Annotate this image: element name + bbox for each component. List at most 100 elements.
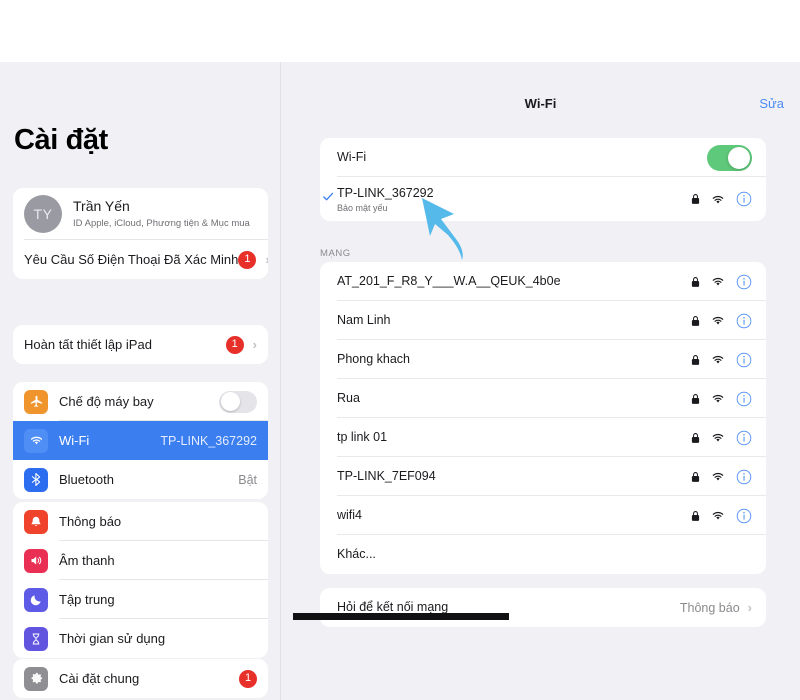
page-title: Cài đặt — [14, 124, 108, 156]
wifi-toggle-row: Wi-Fi — [320, 138, 766, 177]
network-name: TP-LINK_7EF094 — [337, 469, 436, 483]
connected-network-security-note: Bảo mật yếu — [337, 202, 388, 213]
lock-icon — [691, 193, 700, 205]
connected-network-row[interactable]: TP-LINK_367292 Bảo mật yếu — [320, 177, 766, 221]
connected-network-name: TP-LINK_367292 — [337, 185, 434, 200]
connectivity-group: Chế độ máy bay Wi-Fi TP-LINK_367292 Blue… — [13, 382, 268, 499]
avatar: TY — [24, 195, 62, 233]
chevron-right-icon: › — [747, 600, 752, 615]
wifi-icon — [711, 315, 725, 326]
gear-icon — [24, 666, 48, 691]
account-group: TY Trần Yến ID Apple, iCloud, Phương tiệ… — [13, 188, 268, 279]
sidebar-item-label: Yêu Cầu Số Điện Thoại Đã Xác Minh — [24, 252, 239, 267]
network-name: Rua — [337, 391, 360, 405]
wifi-toggle[interactable] — [707, 144, 752, 171]
sidebar-item-label: Cài đặt chung — [59, 671, 140, 686]
airplane-icon — [24, 389, 48, 414]
sidebar-item-value: Bật — [238, 472, 257, 487]
sidebar-item-label: Âm thanh — [59, 553, 115, 568]
wifi-icon — [711, 393, 725, 404]
lock-icon — [691, 315, 700, 327]
checkmark-icon — [321, 190, 335, 209]
wifi-icon — [711, 471, 725, 482]
networks-section-header: MẠNG — [320, 248, 351, 259]
list-item[interactable]: Rua — [320, 379, 766, 418]
sidebar-item-label: Wi-Fi — [59, 433, 90, 448]
toggle-knob — [728, 146, 750, 169]
info-circle-icon[interactable] — [736, 274, 752, 290]
list-item[interactable]: wifi4 — [320, 496, 766, 535]
info-circle-icon[interactable] — [736, 352, 752, 368]
sidebar-item-sounds[interactable]: Âm thanh — [13, 541, 268, 580]
top-white-band — [0, 0, 800, 62]
account-name: Trần Yến — [73, 198, 130, 215]
sidebar-item-label: Hoàn tất thiết lập iPad — [24, 337, 152, 352]
hourglass-icon — [24, 626, 48, 651]
sidebar-item-notifications[interactable]: Thông báo — [13, 502, 268, 541]
sidebar-item-airplane-mode[interactable]: Chế độ máy bay — [13, 382, 268, 421]
ask-to-join-card: Hỏi để kết nối mạng Thông báo › — [320, 588, 766, 627]
notifications-group: Thông báo Âm thanh Tập trung Thời gian s… — [13, 502, 268, 658]
ipad-settings-screen: 18:21 Th 7 20 thg 1 40% Cài đặt TY Trần … — [0, 0, 800, 700]
sidebar-item-value: TP-LINK_367292 — [160, 433, 257, 448]
lock-icon — [691, 393, 700, 405]
speaker-icon — [24, 548, 48, 573]
lock-icon — [691, 354, 700, 366]
general-group: Cài đặt chung 1 — [13, 659, 268, 698]
settings-sidebar: Cài đặt TY Trần Yến ID Apple, iCloud, Ph… — [0, 62, 281, 700]
sidebar-item-label: Bluetooth — [59, 472, 114, 487]
info-circle-icon[interactable] — [736, 191, 752, 207]
edit-button[interactable]: Sửa — [759, 96, 784, 111]
wifi-status-card: Wi-Fi TP-LINK_367292 Bảo mật yếu — [320, 138, 766, 221]
moon-icon — [24, 587, 48, 612]
wifi-toggle-label: Wi-Fi — [337, 150, 367, 164]
sidebar-item-label: Thông báo — [59, 514, 122, 529]
available-networks-card: AT_201_F_R8_Y___W.A__QEUK_4b0e Nam Linh — [320, 262, 766, 574]
sidebar-item-wifi[interactable]: Wi-Fi TP-LINK_367292 — [13, 421, 268, 460]
setup-group: Hoàn tất thiết lập iPad 1 › — [13, 325, 268, 364]
network-name: Nam Linh — [337, 313, 391, 327]
account-subtitle: ID Apple, iCloud, Phương tiện & Mục mua — [73, 217, 250, 229]
airplane-mode-toggle[interactable] — [219, 390, 257, 413]
sidebar-item-label: Thời gian sử dụng — [59, 631, 166, 646]
toggle-knob — [220, 392, 240, 411]
sidebar-item-label: Chế độ máy bay — [59, 394, 154, 409]
bell-icon — [24, 509, 48, 534]
status-badge: 1 — [225, 335, 244, 354]
wifi-icon — [711, 354, 725, 365]
black-redaction-bar — [293, 613, 509, 620]
lock-icon — [691, 471, 700, 483]
sidebar-item-finish-ipad-setup[interactable]: Hoàn tất thiết lập iPad 1 › — [13, 325, 268, 364]
sidebar-item-bluetooth[interactable]: Bluetooth Bật — [13, 460, 268, 499]
ask-to-join-row[interactable]: Hỏi để kết nối mạng Thông báo › — [320, 588, 766, 627]
wifi-icon — [24, 428, 48, 453]
wifi-icon — [711, 510, 725, 521]
list-item[interactable]: Nam Linh — [320, 301, 766, 340]
bluetooth-icon — [24, 467, 48, 492]
info-circle-icon[interactable] — [736, 391, 752, 407]
ask-to-join-value: Thông báo — [679, 600, 740, 615]
list-item[interactable]: AT_201_F_R8_Y___W.A__QEUK_4b0e — [320, 262, 766, 301]
wifi-icon — [711, 194, 725, 205]
info-circle-icon[interactable] — [736, 313, 752, 329]
list-item-other-network[interactable]: Khác... — [320, 535, 766, 574]
sidebar-item-focus[interactable]: Tập trung — [13, 580, 268, 619]
chevron-right-icon: › — [265, 253, 268, 266]
list-item[interactable]: TP-LINK_7EF094 — [320, 457, 766, 496]
sidebar-item-screen-time[interactable]: Thời gian sử dụng — [13, 619, 268, 658]
sidebar-item-verified-phone-request[interactable]: Yêu Cầu Số Điện Thoại Đã Xác Minh 1 › — [13, 240, 268, 279]
lock-icon — [691, 510, 700, 522]
sidebar-item-apple-account[interactable]: TY Trần Yến ID Apple, iCloud, Phương tiệ… — [13, 188, 268, 240]
info-circle-icon[interactable] — [736, 430, 752, 446]
wifi-icon — [711, 432, 725, 443]
list-item[interactable]: Phong khach — [320, 340, 766, 379]
sidebar-item-general[interactable]: Cài đặt chung 1 — [13, 659, 268, 698]
panel-title: Wi-Fi — [524, 96, 557, 111]
info-circle-icon[interactable] — [736, 469, 752, 485]
network-name: Phong khach — [337, 352, 410, 366]
network-name: wifi4 — [337, 508, 363, 522]
lock-icon — [691, 432, 700, 444]
info-circle-icon[interactable] — [736, 508, 752, 524]
list-item[interactable]: tp link 01 — [320, 418, 766, 457]
network-name: Khác... — [337, 547, 376, 561]
